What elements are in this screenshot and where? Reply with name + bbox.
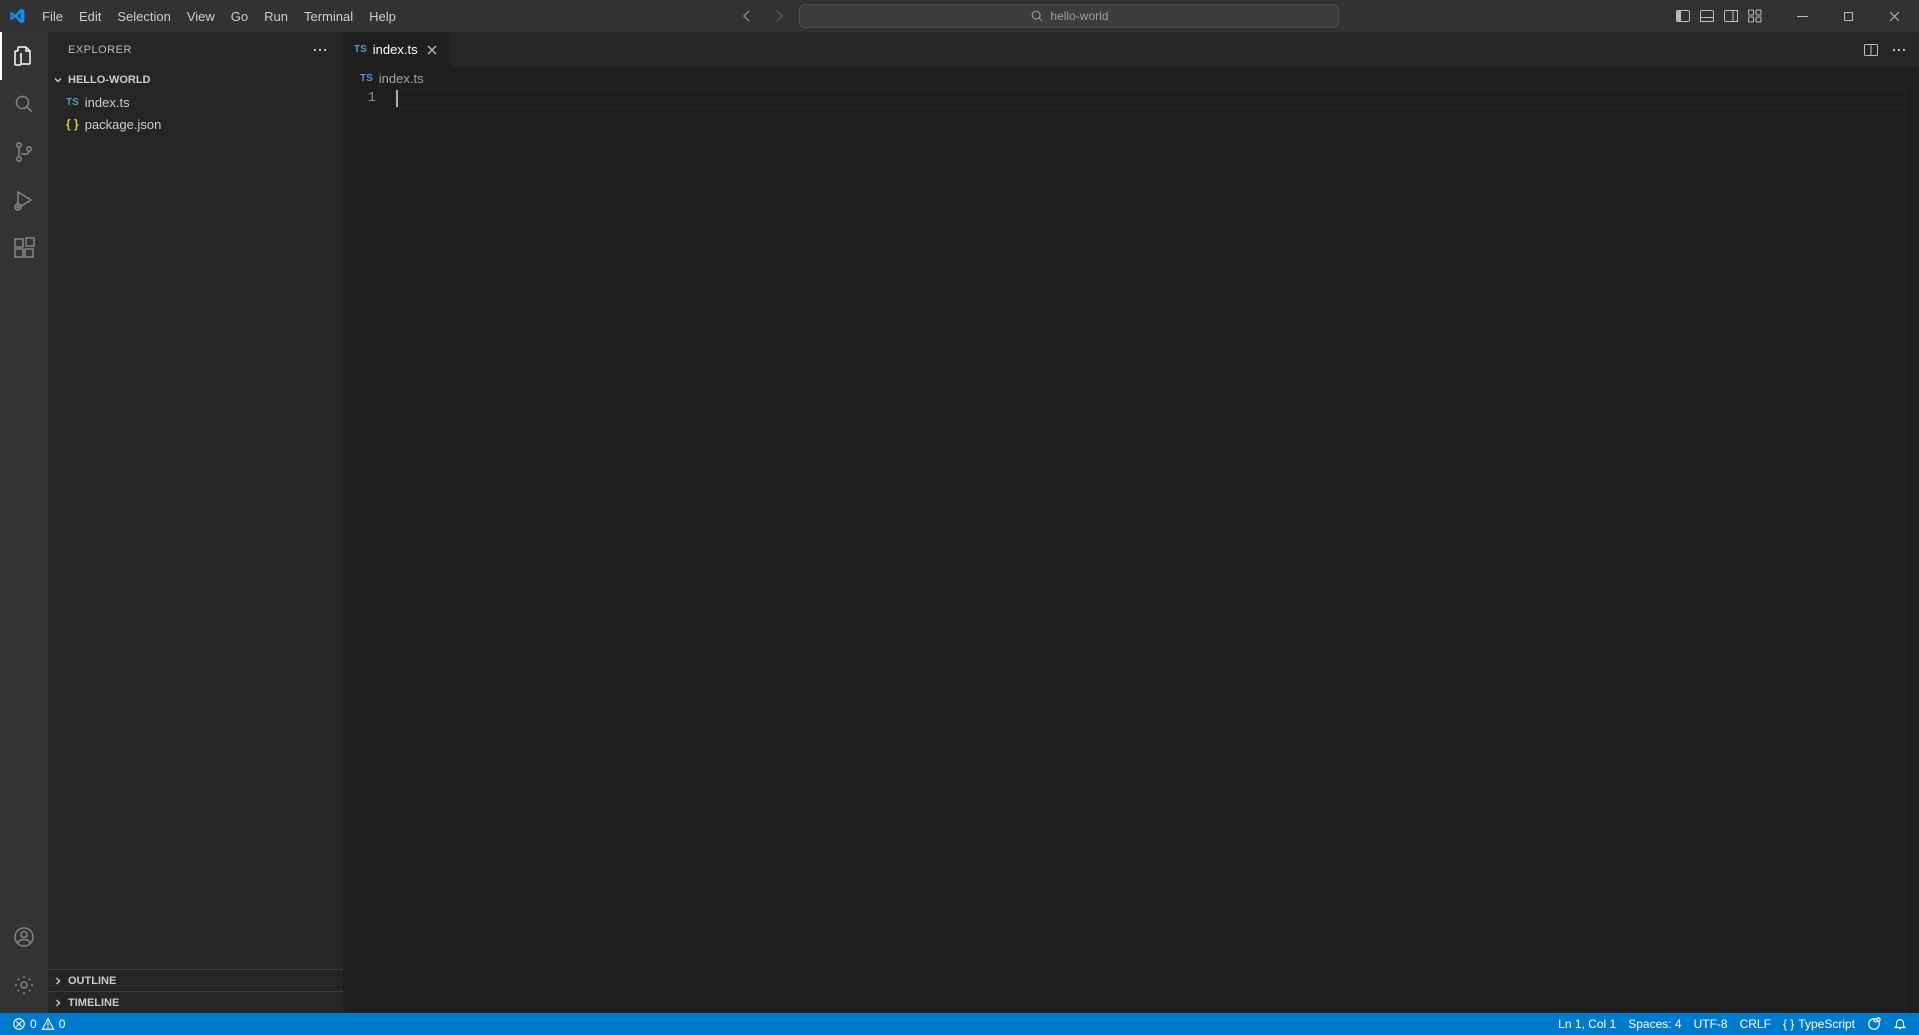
overview-ruler[interactable] [1905, 89, 1919, 1013]
menu-view[interactable]: View [179, 0, 223, 32]
code-editor[interactable]: 1 [344, 89, 1919, 1013]
timeline-label: TIMELINE [68, 997, 119, 1009]
command-center[interactable]: hello-world [799, 4, 1339, 28]
status-language-mode[interactable]: { } TypeScript [1777, 1013, 1861, 1035]
project-name: HELLO-WORLD [68, 74, 150, 86]
activity-source-control[interactable] [0, 128, 48, 176]
file-name: package.json [85, 117, 162, 132]
chevron-down-icon [52, 74, 64, 86]
toggle-secondary-sidebar-button[interactable] [1719, 0, 1743, 32]
activity-bar [0, 32, 48, 1013]
nav-back-button[interactable] [735, 4, 759, 28]
editor-tab-index-ts[interactable]: TS index.ts [344, 32, 451, 67]
sidebar-title: EXPLORER [68, 44, 132, 56]
window-close-button[interactable] [1871, 0, 1917, 32]
error-icon [12, 1017, 26, 1031]
encoding-label: UTF-8 [1694, 1017, 1728, 1031]
feedback-icon [1867, 1017, 1881, 1031]
line-number: 1 [344, 89, 376, 108]
split-editor-button[interactable] [1859, 38, 1883, 62]
chevron-right-icon [52, 975, 64, 987]
tab-close-button[interactable] [424, 42, 440, 58]
json-file-icon: { } [66, 117, 79, 131]
text-cursor [396, 90, 398, 107]
editor-more-button[interactable] [1887, 38, 1911, 62]
status-eol[interactable]: CRLF [1734, 1013, 1777, 1035]
status-feedback[interactable] [1861, 1013, 1887, 1035]
eol-label: CRLF [1740, 1017, 1771, 1031]
activity-accounts[interactable] [0, 913, 48, 961]
search-icon [1030, 9, 1044, 23]
file-row-index-ts[interactable]: TS index.ts [48, 91, 343, 113]
tab-label: index.ts [373, 42, 418, 57]
breadcrumb-label: index.ts [379, 71, 424, 86]
toggle-panel-button[interactable] [1695, 0, 1719, 32]
timeline-section-header[interactable]: TIMELINE [48, 991, 343, 1013]
outline-label: OUTLINE [68, 975, 116, 987]
sidebar-more-button[interactable] [309, 39, 331, 61]
title-right [1671, 0, 1919, 32]
window-maximize-button[interactable] [1825, 0, 1871, 32]
status-encoding[interactable]: UTF-8 [1688, 1013, 1734, 1035]
titlebar: File Edit Selection View Go Run Terminal… [0, 0, 1919, 32]
language-label: TypeScript [1798, 1017, 1855, 1031]
status-cursor-position[interactable]: Ln 1, Col 1 [1552, 1013, 1622, 1035]
warning-count: 0 [59, 1017, 66, 1031]
nav-forward-button[interactable] [767, 4, 791, 28]
typescript-file-icon: TS [66, 97, 79, 108]
menu-selection[interactable]: Selection [109, 0, 178, 32]
outline-section-header[interactable]: OUTLINE [48, 969, 343, 991]
editor-tabs: TS index.ts [344, 32, 1919, 67]
current-line-highlight [396, 89, 1905, 108]
menu-edit[interactable]: Edit [71, 0, 109, 32]
status-problems[interactable]: 0 0 [6, 1013, 71, 1035]
activity-settings[interactable] [0, 961, 48, 1009]
menu-file[interactable]: File [34, 0, 71, 32]
vscode-logo-icon [0, 8, 34, 24]
cursor-position-label: Ln 1, Col 1 [1558, 1017, 1616, 1031]
menu-help[interactable]: Help [361, 0, 404, 32]
customize-layout-button[interactable] [1743, 0, 1767, 32]
braces-icon: { } [1783, 1017, 1794, 1031]
editor-area: TS index.ts TS index.ts 1 [344, 32, 1919, 1013]
gutter: 1 [344, 89, 396, 1013]
file-name: index.ts [85, 95, 130, 110]
error-count: 0 [30, 1017, 37, 1031]
project-folder-header[interactable]: HELLO-WORLD [48, 69, 343, 91]
breadcrumb[interactable]: TS index.ts [344, 67, 1919, 89]
bell-icon [1893, 1017, 1907, 1031]
activity-run-debug[interactable] [0, 176, 48, 224]
typescript-file-icon: TS [360, 73, 373, 84]
title-center: hello-world [404, 4, 1671, 28]
activity-explorer[interactable] [0, 32, 48, 80]
typescript-file-icon: TS [354, 44, 367, 55]
window-minimize-button[interactable] [1779, 0, 1825, 32]
status-indentation[interactable]: Spaces: 4 [1622, 1013, 1687, 1035]
workbench: EXPLORER HELLO-WORLD TS index.ts { } pac… [0, 32, 1919, 1013]
warning-icon [41, 1017, 55, 1031]
activity-extensions[interactable] [0, 224, 48, 272]
menu-run[interactable]: Run [256, 0, 296, 32]
menu-go[interactable]: Go [223, 0, 256, 32]
status-notifications[interactable] [1887, 1013, 1913, 1035]
chevron-right-icon [52, 997, 64, 1009]
menu-bar: File Edit Selection View Go Run Terminal… [34, 0, 404, 32]
sidebar-explorer: EXPLORER HELLO-WORLD TS index.ts { } pac… [48, 32, 344, 1013]
statusbar: 0 0 Ln 1, Col 1 Spaces: 4 UTF-8 CRLF { }… [0, 1013, 1919, 1035]
file-tree: HELLO-WORLD TS index.ts { } package.json [48, 67, 343, 969]
code-content[interactable] [396, 89, 1919, 1013]
activity-search[interactable] [0, 80, 48, 128]
toggle-primary-sidebar-button[interactable] [1671, 0, 1695, 32]
command-center-label: hello-world [1050, 9, 1108, 23]
menu-terminal[interactable]: Terminal [296, 0, 361, 32]
file-row-package-json[interactable]: { } package.json [48, 113, 343, 135]
indentation-label: Spaces: 4 [1628, 1017, 1681, 1031]
